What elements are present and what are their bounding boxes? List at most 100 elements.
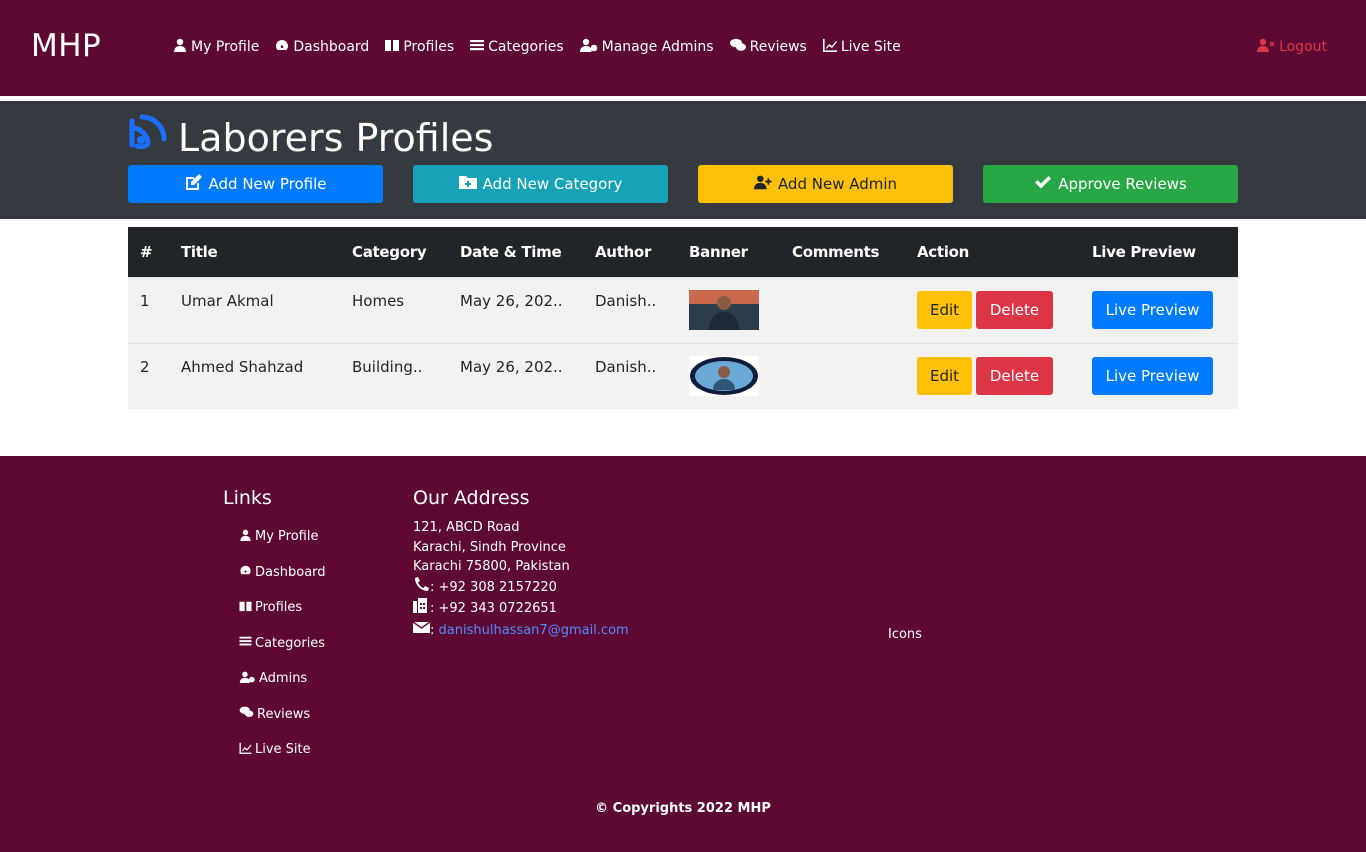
edit-icon [185, 174, 203, 194]
add-new-profile-button[interactable]: Add New Profile [128, 165, 383, 203]
footer-address-heading: Our Address [413, 487, 530, 509]
cell-datetime: May 26, 202.. [460, 291, 563, 310]
nav-item-categories[interactable]: Categories [470, 38, 564, 56]
user-cog-icon [239, 671, 256, 687]
tachometer-icon [239, 564, 252, 580]
chart-line-icon [239, 742, 252, 758]
column-header-title: Title [181, 242, 218, 261]
logout-label: Logout [1279, 39, 1327, 55]
table-row: 1 Umar Akmal Homes May 26, 202.. Danish.… [128, 277, 1238, 343]
phone-number: : +92 308 2157220 [430, 579, 557, 595]
approve-reviews-button[interactable]: Approve Reviews [983, 165, 1238, 203]
live-preview-button[interactable]: Live Preview [1092, 291, 1213, 329]
nav-item-reviews[interactable]: Reviews [729, 38, 807, 56]
footer-link-label: Live Site [255, 742, 311, 758]
cell-datetime: May 26, 202.. [460, 357, 563, 376]
profiles-table-container: # Title Category Date & Time Author Bann… [128, 227, 1238, 409]
book-icon [385, 38, 400, 56]
nav-label: Live Site [840, 39, 901, 55]
user-icon [239, 529, 252, 545]
edit-button[interactable]: Edit [917, 291, 972, 329]
add-new-category-button[interactable]: Add New Category [413, 165, 668, 203]
cell-author: Danish.. [595, 291, 657, 310]
footer-links: My Profile Dashboard Profiles Categories… [239, 527, 326, 760]
cell-title: Ahmed Shahzad [181, 357, 304, 376]
footer: Links My Profile Dashboard Profiles Cate… [0, 456, 1366, 852]
footer-link-label: My Profile [255, 529, 319, 545]
footer-links-heading: Links [223, 487, 272, 509]
live-preview-button[interactable]: Live Preview [1092, 357, 1213, 396]
nav-label: Reviews [749, 39, 807, 55]
footer-link-label: Profiles [255, 600, 303, 616]
address-line-3: Karachi 75800, Pakistan [413, 559, 570, 574]
user-plus-icon [753, 174, 772, 194]
nav-item-manage-admins[interactable]: Manage Admins [579, 38, 714, 56]
footer-link-my-profile[interactable]: My Profile [239, 527, 326, 547]
email-prefix: : [430, 622, 435, 638]
fax-icon [413, 598, 430, 620]
footer-link-reviews[interactable]: Reviews [239, 705, 326, 725]
nav-item-dashboard[interactable]: Dashboard [275, 38, 369, 56]
button-label: Add New Admin [777, 175, 898, 193]
cell-comments [780, 343, 905, 409]
user-times-icon [1257, 38, 1275, 56]
address-line-2: Karachi, Sindh Province [413, 539, 566, 555]
add-new-admin-button[interactable]: Add New Admin [698, 165, 953, 203]
footer-link-admins[interactable]: Admins [239, 669, 326, 689]
delete-button[interactable]: Delete [976, 291, 1053, 329]
cell-banner [677, 277, 780, 343]
cell-category: Homes [352, 291, 405, 310]
email-link[interactable]: danishulhassan7@gmail.com [439, 621, 629, 641]
logout-link[interactable]: Logout [1257, 38, 1327, 56]
phone-line: : +92 308 2157220 [413, 576, 629, 599]
nav-item-live-site[interactable]: Live Site [822, 38, 901, 56]
phone-icon [413, 576, 430, 599]
check-icon [1034, 174, 1052, 194]
button-label: Approve Reviews [1058, 175, 1187, 193]
page-title-text: Laborers Profiles [178, 115, 494, 160]
bars-icon [470, 38, 485, 56]
nav-item-profiles[interactable]: Profiles [385, 38, 454, 56]
nav-item-my-profile[interactable]: My Profile [173, 38, 259, 56]
nav-label: Manage Admins [601, 39, 714, 55]
delete-button[interactable]: Delete [976, 357, 1053, 396]
top-navbar: MHP My Profile Dashboard Profiles Catego… [0, 0, 1366, 96]
footer-link-label: Reviews [257, 706, 311, 722]
book-icon [239, 600, 252, 616]
nav-label: Dashboard [293, 39, 370, 55]
profiles-table: # Title Category Date & Time Author Bann… [128, 227, 1238, 409]
footer-link-dashboard[interactable]: Dashboard [239, 563, 326, 583]
folder-plus-icon [458, 174, 477, 194]
footer-link-categories[interactable]: Categories [239, 634, 326, 654]
cell-title: Umar Akmal [181, 291, 274, 310]
cell-live-preview: Live Preview [1080, 343, 1238, 409]
chart-line-icon [822, 38, 837, 56]
column-header-banner: Banner [689, 242, 748, 261]
copyright-text: © Copyrights 2022 MHP [595, 801, 771, 816]
banner-photo-1 [689, 290, 759, 330]
brand-logo[interactable]: MHP [31, 28, 101, 64]
nav-label: Categories [488, 39, 564, 55]
cell-comments [780, 277, 905, 343]
button-label: Add New Profile [208, 175, 327, 193]
table-header-row: # Title Category Date & Time Author Bann… [128, 227, 1238, 277]
user-icon [173, 38, 187, 56]
nav-label: Profiles [403, 39, 455, 55]
button-label: Add New Category [482, 175, 623, 193]
fax-number: : +92 343 0722651 [430, 601, 557, 616]
edit-button[interactable]: Edit [917, 357, 972, 396]
footer-link-label: Dashboard [255, 564, 326, 580]
action-buttons: Add New Profile Add New Category Add New… [128, 165, 1238, 203]
column-header-datetime: Date & Time [460, 242, 562, 261]
cell-action: Edit Delete [905, 343, 1080, 409]
column-header-comments: Comments [792, 242, 880, 261]
cell-action: Edit Delete [905, 277, 1080, 343]
column-header-action: Action [917, 242, 969, 261]
footer-link-label: Admins [259, 671, 308, 687]
footer-link-profiles[interactable]: Profiles [239, 598, 326, 618]
icons-placeholder-text: Icons [888, 627, 922, 642]
cell-banner [677, 343, 780, 409]
footer-link-live-site[interactable]: Live Site [239, 740, 326, 760]
bars-icon [239, 635, 252, 651]
comments-icon [239, 706, 254, 722]
